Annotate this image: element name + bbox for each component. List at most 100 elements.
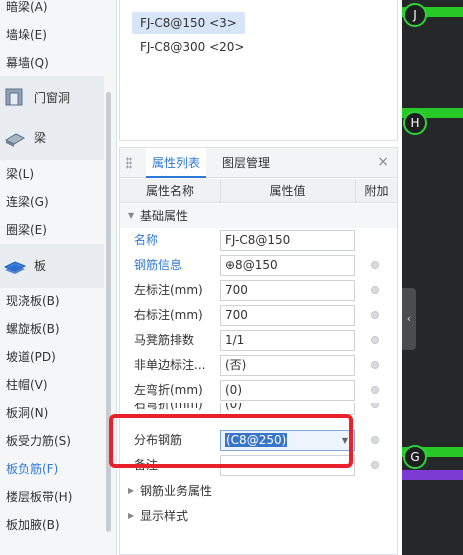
slab-icon xyxy=(4,261,26,274)
nav-item-curtain-wall[interactable]: 幕墙(Q) xyxy=(0,49,104,77)
nav-group-label: 梁 xyxy=(34,131,47,145)
list-item-selected[interactable]: FJ-C8@150 <3> xyxy=(132,12,245,34)
property-value-input[interactable]: 1/1 xyxy=(220,330,355,351)
annotation-highlight-box xyxy=(109,414,353,468)
column-header-value: 属性值 xyxy=(269,184,306,198)
property-row-left-bend: 左弯折(mm) (0) xyxy=(120,378,397,403)
nav-item-label: 梁(L) xyxy=(6,167,35,181)
tab-property-list[interactable]: 属性列表 xyxy=(146,148,207,178)
add-dot-icon[interactable] xyxy=(371,261,379,269)
nav-item-label: 楼层板带(H) xyxy=(6,490,73,504)
nav-item-label: 暗梁(A) xyxy=(6,0,48,14)
nav-item-beam[interactable]: 梁(L) xyxy=(0,160,104,188)
nav-item-coupling-beam[interactable]: 连梁(G) xyxy=(0,188,104,216)
property-row-chair-bar-rows: 马凳筋排数 1/1 xyxy=(120,328,397,353)
nav-item-label: 板加腋(B) xyxy=(6,518,60,532)
column-divider xyxy=(220,179,221,203)
property-name: 马凳筋排数 xyxy=(134,333,195,347)
add-dot-icon[interactable] xyxy=(371,311,379,319)
nav-item-cast-slab[interactable]: 现浇板(B) xyxy=(0,287,104,315)
purple-line xyxy=(402,470,463,480)
nav-group-slab[interactable]: 板 xyxy=(0,244,104,288)
property-row-non-single-side: 非单边标注... (否) xyxy=(120,353,397,378)
property-row-name: 名称 FJ-C8@150 xyxy=(120,228,397,253)
axis-tag: H xyxy=(403,111,427,135)
column-divider xyxy=(355,179,356,203)
nav-group-beam[interactable]: 梁 xyxy=(0,116,104,160)
nav-item-slab-haunch[interactable]: 板加腋(B) xyxy=(0,511,104,539)
property-name: 左弯折(mm) xyxy=(134,383,203,397)
property-row-right-label: 右标注(mm) 700 xyxy=(120,303,397,328)
nav-group-label: 门窗洞 xyxy=(34,91,71,105)
caret-right-icon: ▶ xyxy=(128,486,135,495)
nav-item-label: 板负筋(F) xyxy=(6,462,59,476)
property-value-input[interactable]: ⊕8@150 xyxy=(220,255,355,276)
nav-item-floor-slab-strip[interactable]: 楼层板带(H) xyxy=(0,483,104,511)
component-tree: 暗梁(A) 墙垛(E) 幕墙(Q) 门窗洞 梁 梁(L) 连梁(G) 圈梁(E)… xyxy=(0,0,117,555)
group-label: 基础属性 xyxy=(140,209,189,223)
property-name: 右标注(mm) xyxy=(134,308,203,322)
add-dot-icon[interactable] xyxy=(371,386,379,394)
add-dot-icon[interactable] xyxy=(371,403,379,408)
caret-right-icon: ▶ xyxy=(128,511,135,520)
nav-item-slab-negative-rebar[interactable]: 板负筋(F) xyxy=(0,455,104,483)
property-value-input[interactable]: 700 xyxy=(220,305,355,326)
group-display-style[interactable]: ▶ 显示样式 xyxy=(120,504,397,528)
nav-item-ring-beam[interactable]: 圈梁(E) xyxy=(0,216,104,244)
group-label: 钢筋业务属性 xyxy=(140,484,213,498)
nav-item-label: 幕墙(Q) xyxy=(6,56,49,70)
add-dot-icon[interactable] xyxy=(371,361,379,369)
nav-item-spiral-slab[interactable]: 螺旋板(B) xyxy=(0,315,104,343)
collapse-handle-icon[interactable]: ‹ xyxy=(402,288,416,350)
property-row-left-label: 左标注(mm) 700 xyxy=(120,278,397,303)
drawing-canvas[interactable]: J H ‹ G xyxy=(402,0,463,555)
drag-handle-icon[interactable] xyxy=(126,157,132,169)
axis-tag: J xyxy=(403,3,427,27)
nav-item-label: 板洞(N) xyxy=(6,406,49,420)
property-value-input[interactable]: FJ-C8@150 xyxy=(220,230,355,251)
nav-item-label: 柱帽(V) xyxy=(6,378,48,392)
caret-down-icon: ▼ xyxy=(128,211,135,220)
group-rebar-business[interactable]: ▶ 钢筋业务属性 xyxy=(120,479,397,503)
add-dot-icon[interactable] xyxy=(371,436,379,444)
property-value-input[interactable]: (0) xyxy=(220,380,355,401)
group-label: 显示样式 xyxy=(140,509,189,523)
property-value-input[interactable]: (否) xyxy=(220,355,355,376)
property-name: 非单边标注... xyxy=(134,358,206,372)
component-list: FJ-C8@150 <3> FJ-C8@300 <20> xyxy=(119,0,398,141)
nav-item-ramp[interactable]: 坡道(PD) xyxy=(0,343,104,371)
close-icon[interactable]: × xyxy=(377,154,389,170)
beam-icon xyxy=(4,133,26,147)
nav-item-label: 坡道(PD) xyxy=(6,350,56,364)
add-dot-icon[interactable] xyxy=(371,336,379,344)
nav-item-label: 圈梁(E) xyxy=(6,223,47,237)
property-row-rebar-info: 钢筋信息 ⊕8@150 xyxy=(120,253,397,278)
add-dot-icon[interactable] xyxy=(371,461,379,469)
column-header-add: 附加 xyxy=(364,184,389,198)
nav-item-label: 墙垛(E) xyxy=(6,28,47,42)
panel-tab-bar: 属性列表 图层管理 × xyxy=(120,148,397,178)
nav-item-label: 现浇板(B) xyxy=(6,294,60,308)
door-window-icon xyxy=(5,88,23,106)
add-dot-icon[interactable] xyxy=(371,286,379,294)
property-panel: 属性列表 图层管理 × 属性名称 属性值 附加 ▼ 基础属性 名称 FJ-C8@… xyxy=(119,147,398,555)
tab-layer-management[interactable]: 图层管理 xyxy=(216,148,276,178)
property-value-input[interactable]: 700 xyxy=(220,280,355,301)
property-name: 名称 xyxy=(134,233,159,247)
property-name: 左标注(mm) xyxy=(134,283,203,297)
nav-item-label: 板受力筋(S) xyxy=(6,434,71,448)
nav-item-column-cap[interactable]: 柱帽(V) xyxy=(0,371,104,399)
column-header-name: 属性名称 xyxy=(145,184,194,198)
axis-tag: G xyxy=(403,445,427,469)
group-basic-properties[interactable]: ▼ 基础属性 xyxy=(120,204,397,228)
nav-item-label: 螺旋板(B) xyxy=(6,322,60,336)
nav-item-wall-pier[interactable]: 墙垛(E) xyxy=(0,21,104,49)
list-item[interactable]: FJ-C8@300 <20> xyxy=(132,36,252,58)
property-name: 钢筋信息 xyxy=(134,258,183,272)
nav-group-door-window[interactable]: 门窗洞 xyxy=(0,76,104,120)
nav-item-hidden-beam[interactable]: 暗梁(A) xyxy=(0,0,104,21)
nav-item-label: 连梁(G) xyxy=(6,195,49,209)
nav-item-slab-main-rebar[interactable]: 板受力筋(S) xyxy=(0,427,104,455)
nav-item-slab-hole[interactable]: 板洞(N) xyxy=(0,399,104,427)
nav-group-label: 板 xyxy=(34,259,47,273)
